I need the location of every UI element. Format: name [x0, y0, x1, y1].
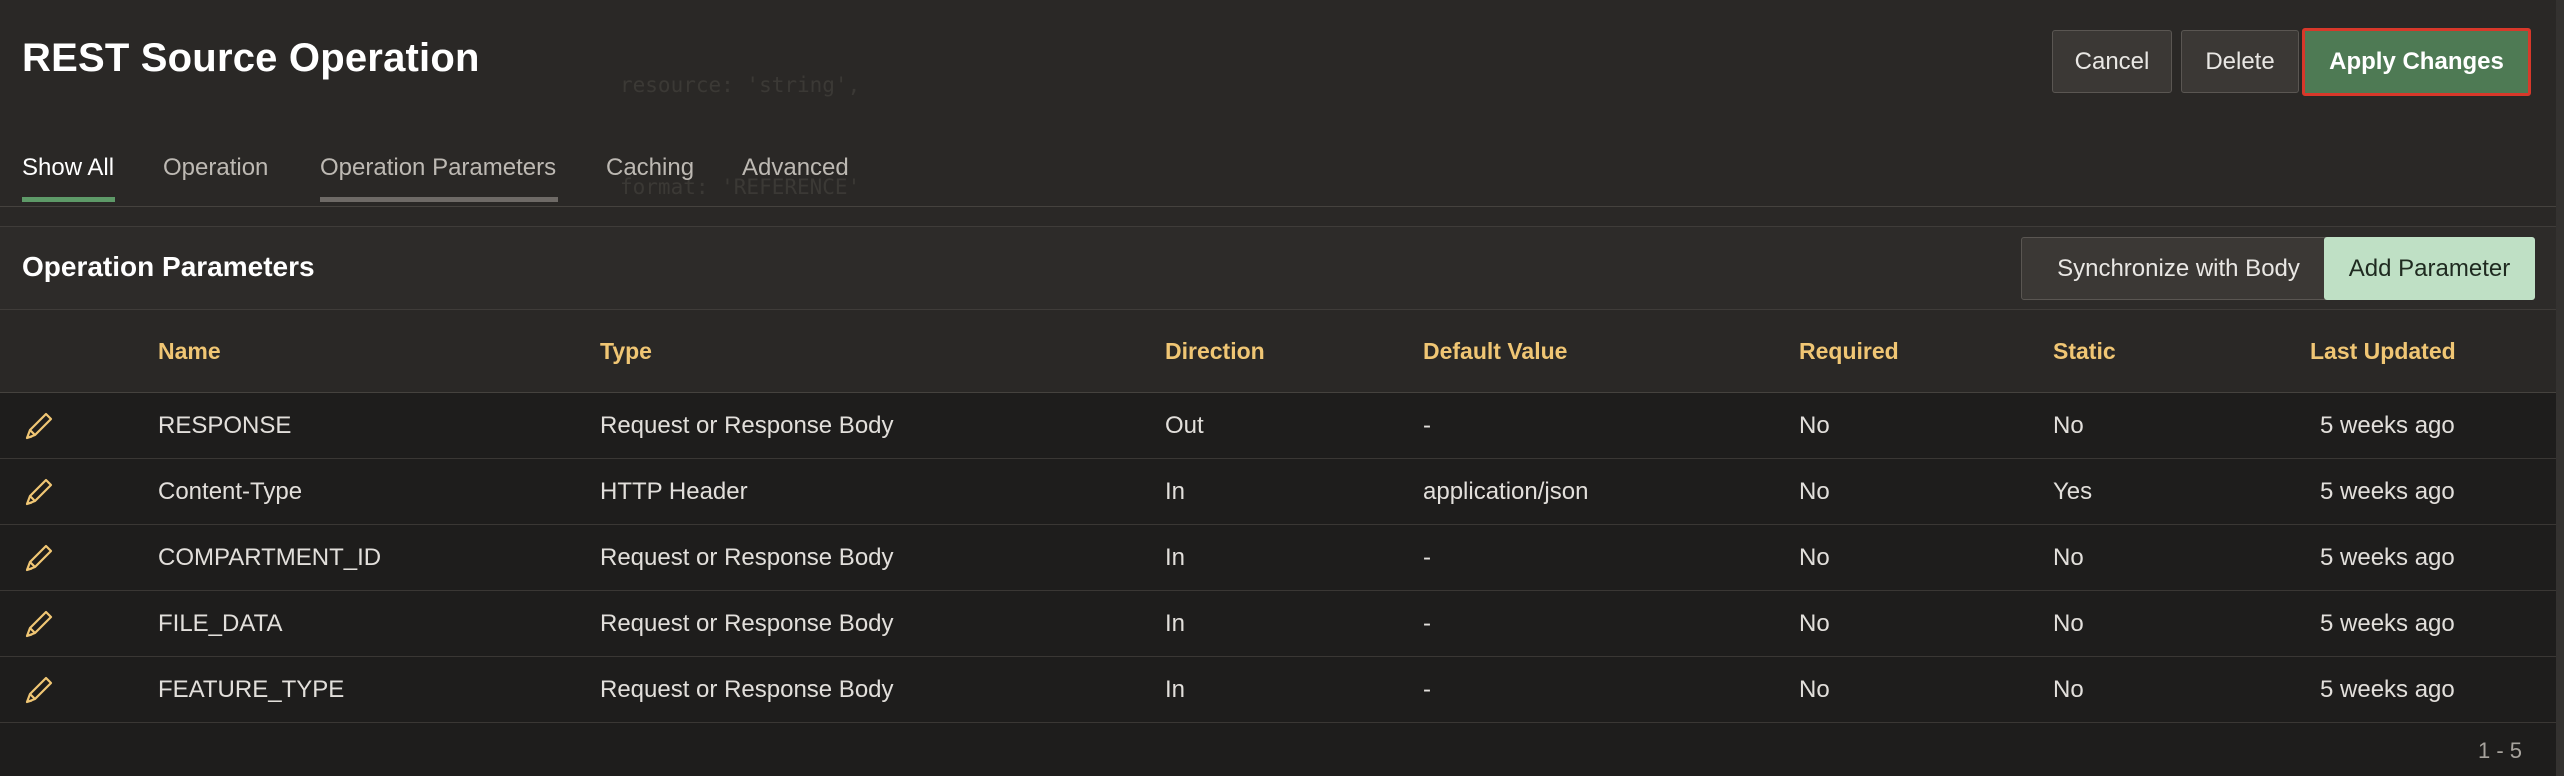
pencil-icon[interactable] — [22, 541, 56, 575]
cell-static: Yes — [2053, 458, 2310, 525]
cell-default-value: - — [1423, 392, 1799, 459]
cell-last-updated: 5 weeks ago — [2310, 392, 2556, 459]
cell-type: HTTP Header — [600, 458, 1165, 525]
cell-type: Request or Response Body — [600, 590, 1165, 657]
edit-cell[interactable] — [0, 458, 158, 525]
parameters-table: Name Type Direction Default Value Requir… — [0, 310, 2556, 723]
cell-direction: In — [1165, 524, 1423, 591]
page-title: REST Source Operation — [22, 36, 480, 80]
pencil-icon[interactable] — [22, 409, 56, 443]
cell-required: No — [1799, 590, 2053, 657]
cell-required: No — [1799, 656, 2053, 723]
cell-type: Request or Response Body — [600, 524, 1165, 591]
edit-cell[interactable] — [0, 524, 158, 591]
tab-bar: Show All Operation Operation Parameters … — [0, 140, 2564, 207]
cell-required: No — [1799, 392, 2053, 459]
cell-default-value: - — [1423, 524, 1799, 591]
cell-static: No — [2053, 392, 2310, 459]
tab-operation[interactable]: Operation — [163, 150, 268, 202]
cell-static: No — [2053, 524, 2310, 591]
dialog-header: REST Source Operation Cancel Delete Appl… — [0, 0, 2564, 207]
apply-changes-button[interactable]: Apply Changes — [2302, 28, 2531, 96]
table-row: Content-Type HTTP Header In application/… — [0, 458, 2556, 525]
tab-advanced[interactable]: Advanced — [742, 150, 849, 202]
table-row: RESPONSE Request or Response Body Out - … — [0, 392, 2556, 459]
cell-last-updated: 5 weeks ago — [2310, 656, 2556, 723]
edit-cell[interactable] — [0, 590, 158, 657]
column-header-last-updated[interactable]: Last Updated — [2310, 310, 2556, 393]
column-header-default-value[interactable]: Default Value — [1423, 310, 1799, 393]
cell-static: No — [2053, 590, 2310, 657]
table-row: FEATURE_TYPE Request or Response Body In… — [0, 656, 2556, 723]
operation-parameters-region: Operation Parameters Synchronize with Bo… — [0, 226, 2556, 776]
cell-direction: In — [1165, 458, 1423, 525]
cell-last-updated: 5 weeks ago — [2310, 590, 2556, 657]
synchronize-with-body-button[interactable]: Synchronize with Body — [2021, 237, 2336, 300]
tab-show-all[interactable]: Show All — [22, 150, 115, 202]
cell-name: RESPONSE — [158, 392, 600, 459]
cell-last-updated: 5 weeks ago — [2310, 524, 2556, 591]
cell-type: Request or Response Body — [600, 656, 1165, 723]
region-title: Operation Parameters — [22, 251, 315, 282]
table-header-row: Name Type Direction Default Value Requir… — [0, 310, 2556, 393]
edit-column-header — [0, 310, 158, 393]
cell-direction: In — [1165, 590, 1423, 657]
table-row: FILE_DATA Request or Response Body In - … — [0, 590, 2556, 657]
column-header-direction[interactable]: Direction — [1165, 310, 1423, 393]
column-header-type[interactable]: Type — [600, 310, 1165, 393]
table-row: COMPARTMENT_ID Request or Response Body … — [0, 524, 2556, 591]
cell-name: FEATURE_TYPE — [158, 656, 600, 723]
pagination-range: 1 - 5 — [2477, 738, 2522, 763]
tab-caching[interactable]: Caching — [606, 150, 694, 202]
cell-default-value: - — [1423, 590, 1799, 657]
add-parameter-button[interactable]: Add Parameter — [2324, 237, 2535, 300]
cell-direction: Out — [1165, 392, 1423, 459]
cell-required: No — [1799, 458, 2053, 525]
cell-last-updated: 5 weeks ago — [2310, 458, 2556, 525]
cell-default-value: - — [1423, 656, 1799, 723]
cell-static: No — [2053, 656, 2310, 723]
column-header-required[interactable]: Required — [1799, 310, 2053, 393]
pencil-icon[interactable] — [22, 607, 56, 641]
cell-required: No — [1799, 524, 2053, 591]
edit-cell[interactable] — [0, 656, 158, 723]
cell-name: Content-Type — [158, 458, 600, 525]
scrollbar[interactable] — [2556, 0, 2564, 776]
cell-name: COMPARTMENT_ID — [158, 524, 600, 591]
cancel-button[interactable]: Cancel — [2052, 30, 2172, 93]
tab-operation-parameters[interactable]: Operation Parameters — [320, 150, 558, 202]
cell-name: FILE_DATA — [158, 590, 600, 657]
pencil-icon[interactable] — [22, 475, 56, 509]
cell-type: Request or Response Body — [600, 392, 1165, 459]
column-header-static[interactable]: Static — [2053, 310, 2310, 393]
column-header-name[interactable]: Name — [158, 310, 600, 393]
edit-cell[interactable] — [0, 392, 158, 459]
region-header: Operation Parameters Synchronize with Bo… — [0, 226, 2556, 310]
pencil-icon[interactable] — [22, 673, 56, 707]
cell-direction: In — [1165, 656, 1423, 723]
delete-button[interactable]: Delete — [2181, 30, 2299, 93]
cell-default-value: application/json — [1423, 458, 1799, 525]
